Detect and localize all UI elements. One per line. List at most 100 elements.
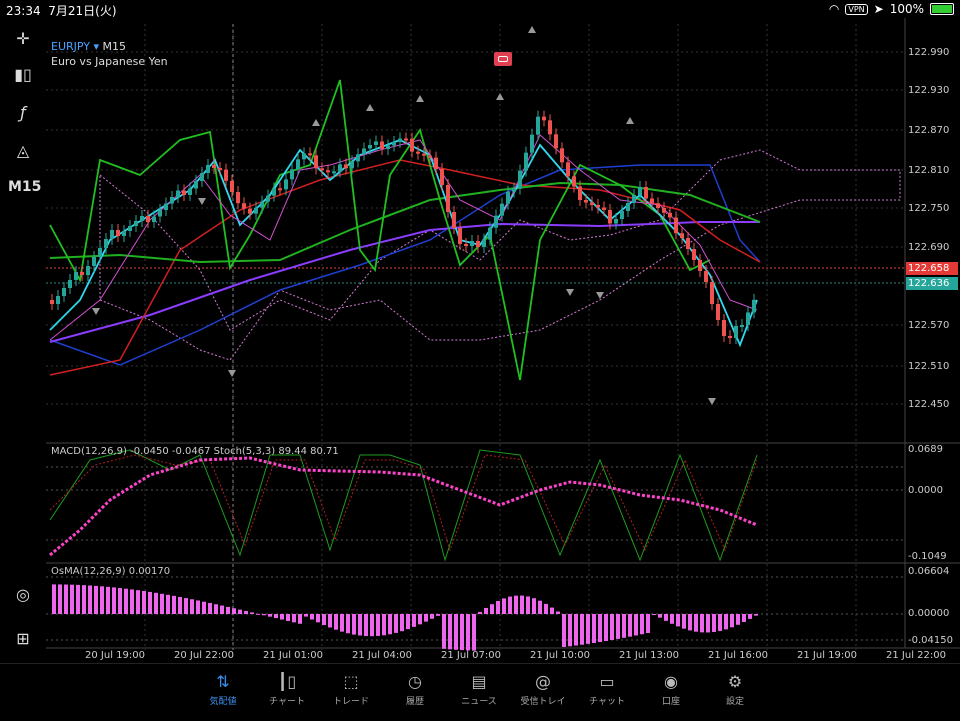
osma-bar [454, 614, 458, 650]
chart-title[interactable]: EURJPY ▾ M15 [51, 40, 126, 53]
macd-axis-label: -0.1049 [908, 551, 947, 562]
price-axis-label: 122.870 [908, 125, 950, 136]
nav-chat[interactable]: ▭ チャット [577, 672, 637, 707]
time-axis-label: 21 Jul 01:00 [263, 650, 323, 661]
candle-body [542, 116, 546, 121]
candle-body [614, 219, 618, 224]
status-bar: 23:34 7月21日(火) ◠ VPN ➤ 100% [0, 0, 960, 18]
candle-body [302, 153, 306, 160]
osma-bar [460, 614, 464, 651]
candle-body [284, 179, 288, 190]
battery-percent: 100% [889, 2, 924, 16]
osma-axis-label: 0.00000 [908, 608, 950, 619]
osma-bar [148, 591, 152, 614]
status-time: 23:34 [6, 4, 41, 18]
osma-bar [196, 600, 200, 614]
macd-axis-label: 0.0689 [908, 444, 943, 455]
nav-label: トレード [332, 697, 369, 707]
candle-body [362, 148, 366, 155]
nav-chart[interactable]: ┃▯ チャート [257, 672, 317, 707]
osma-bar [280, 614, 284, 620]
osma-bar [250, 612, 254, 614]
candle-body [698, 260, 702, 271]
nav-settings[interactable]: ⚙ 設定 [705, 672, 765, 707]
osma-bar [562, 614, 566, 648]
osma-bar [490, 604, 494, 614]
nav-news[interactable]: ▤ ニュース [449, 672, 509, 707]
osma-bar [568, 614, 572, 647]
signals-icon[interactable]: ◎ [8, 582, 38, 608]
osma-bar [682, 614, 686, 629]
lagging-green [49, 79, 711, 381]
osma-bar [106, 586, 110, 614]
symbol-name[interactable]: EURJPY [51, 40, 90, 53]
osma-bar [70, 584, 74, 614]
osma-bar [574, 614, 578, 646]
osma-bar [640, 614, 644, 635]
candle-body [656, 203, 660, 208]
chart-type-icon[interactable]: ▮▯ [8, 62, 38, 88]
osma-bar [718, 614, 722, 631]
osma-bar [364, 614, 368, 637]
candle-body [716, 304, 720, 320]
osma-bar [706, 614, 710, 633]
osma-bar [160, 593, 164, 614]
nav-account[interactable]: ◉ 口座 [641, 672, 701, 707]
osma-bar [172, 595, 176, 614]
osma-bar [748, 614, 752, 619]
candle-body [512, 188, 516, 192]
candle-body [332, 171, 336, 174]
osma-bar [208, 602, 212, 614]
osma-bar [376, 614, 380, 636]
nav-label: チャート [269, 697, 305, 707]
osma-bar [610, 614, 614, 641]
osma-bar [52, 584, 56, 614]
timeframe-button[interactable]: M15 [8, 174, 41, 200]
osma-bar [622, 614, 626, 638]
time-axis-label: 21 Jul 04:00 [352, 650, 412, 661]
candle-body [434, 157, 438, 169]
candlesticks [50, 110, 756, 344]
symbol-dropdown-icon[interactable]: ▾ [94, 40, 100, 53]
objects-icon[interactable]: ◬ [8, 138, 38, 164]
candle-body [356, 154, 360, 162]
candle-body [644, 187, 648, 199]
candle-body [92, 257, 96, 266]
one-click-trading-icon[interactable] [494, 52, 512, 66]
osma-bar [112, 587, 116, 614]
osma-bar [670, 614, 674, 624]
nav-history[interactable]: ◷ 履歴 [385, 672, 445, 707]
nav-quotes[interactable]: ⇅ 気配値 [193, 672, 253, 707]
osma-bar [478, 611, 482, 614]
candle-body [80, 272, 84, 275]
candle-body [410, 138, 414, 152]
chart-area[interactable]: EURJPY ▾ M15 Euro vs Japanese Yen MACD(1… [0, 18, 960, 663]
osma-bar [754, 614, 758, 616]
osma-bar [220, 605, 224, 614]
candle-body [374, 141, 378, 145]
time-axis-label: 21 Jul 10:00 [530, 650, 590, 661]
indicators-icon[interactable]: ƒ [8, 100, 38, 126]
osma-bar [532, 598, 536, 614]
candle-body [626, 203, 630, 211]
osma-bar [448, 614, 452, 650]
crosshair-icon[interactable]: ✛ [8, 26, 38, 52]
nav-inbox[interactable]: @ 受信トレイ [513, 672, 573, 707]
candle-body [326, 170, 330, 173]
settings-icon: ⚙ [727, 672, 743, 691]
nav-trade[interactable]: ⬚ トレード [321, 672, 381, 707]
candle-body [506, 191, 510, 204]
nav-label: 履歴 [405, 697, 424, 707]
osma-bar [526, 596, 530, 614]
osma-bar [676, 614, 680, 627]
candle-body [602, 207, 606, 210]
candle-body [416, 151, 420, 154]
price-axis-label: 122.990 [908, 47, 950, 58]
chart-toolbar: ✛ ▮▯ ƒ ◬ M15 ◎ ⊞ [0, 18, 46, 663]
bottom-nav: ⇅ 気配値 ┃▯ チャート ⬚ トレード ◷ 履歴 ▤ ニュース @ 受信トレイ ▭ チャット… [0, 663, 960, 721]
nav-label: 口座 [661, 697, 680, 707]
osma-bar [124, 588, 128, 614]
osma-bar [190, 599, 194, 614]
osma-bar [388, 614, 392, 635]
new-order-icon[interactable]: ⊞ [8, 626, 38, 652]
